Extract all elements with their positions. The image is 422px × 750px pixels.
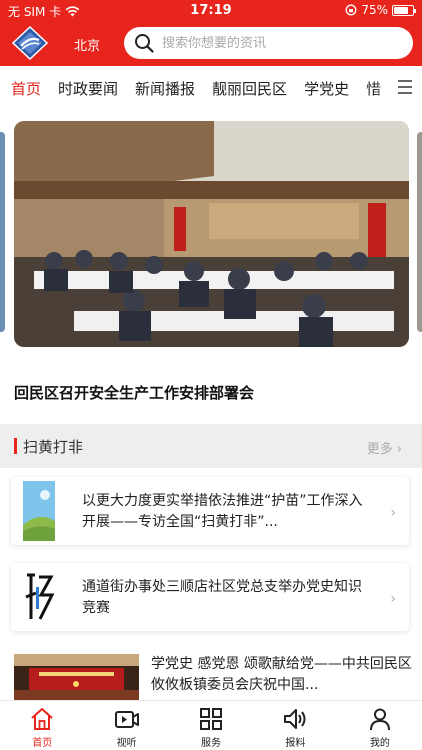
bottom-tab-bar: 首页 视听 服务 报料 我的 <box>0 700 422 750</box>
tab-home[interactable]: 首页 <box>11 78 41 99</box>
chevron-right-icon: › <box>396 442 402 457</box>
carousel-prev-peek[interactable] <box>0 132 5 332</box>
news-thumbnail <box>14 654 139 700</box>
tabbar-video[interactable]: 视听 <box>84 701 168 750</box>
tabbar-label: 首页 <box>32 738 53 749</box>
card-title: 通道街办事处三顺店社区党总支举办党史知识竞赛 <box>82 579 362 616</box>
category-tabs: 首页 时政要闻 新闻播报 靓丽回民区 学党史 惜 <box>0 66 422 110</box>
tab-news-broadcast[interactable]: 新闻播报 <box>135 78 195 99</box>
meeting-room-photo <box>14 121 409 347</box>
more-label: 更多 <box>366 442 393 457</box>
home-icon <box>31 708 53 730</box>
battery-icon <box>392 4 416 16</box>
chevron-right-icon: › <box>390 591 396 607</box>
grid-icon <box>200 708 223 730</box>
orientation-lock-icon <box>345 4 357 16</box>
news-title: 学党史 感党恩 颂歌献给党——中共回民区攸攸板镇委员会庆祝中国... <box>151 656 412 693</box>
menu-icon[interactable] <box>398 80 412 98</box>
featured-headline[interactable]: 回民区召开安全生产工作安排部署会 <box>14 382 254 403</box>
news-list-item[interactable]: 学党史 感党恩 颂歌献给党——中共回民区攸攸板镇委员会庆祝中国... <box>14 652 412 700</box>
tabbar-services[interactable]: 服务 <box>169 701 253 750</box>
status-bar: 无 SIM 卡 17:19 75% <box>0 0 422 22</box>
tabbar-label: 报料 <box>285 738 306 749</box>
search-icon <box>135 34 154 53</box>
tabbar-report[interactable]: 报料 <box>253 701 337 750</box>
speaker-icon <box>284 709 306 729</box>
chevron-right-icon: › <box>390 505 396 521</box>
video-icon <box>114 711 139 728</box>
card-thumbnail <box>23 481 55 541</box>
card-title: 以更大力度更实举措依法推进“护苗”工作深入开展——专访全国“扫黄打非”... <box>82 493 363 530</box>
section-title: 扫黄打非 <box>23 438 84 456</box>
tabbar-label: 视听 <box>116 738 137 749</box>
carousel-next-peek[interactable] <box>417 132 422 332</box>
user-icon <box>369 708 390 731</box>
featured-image[interactable] <box>14 121 409 347</box>
section-accent-bar <box>14 438 17 454</box>
news-card[interactable]: 以更大力度更实举措依法推进“护苗”工作深入开展——专访全国“扫黄打非”... › <box>11 477 409 545</box>
tab-politics[interactable]: 时政要闻 <box>58 78 118 99</box>
more-link[interactable]: 更多 › <box>367 438 402 457</box>
card-thumbnail <box>23 567 55 627</box>
search-bar[interactable] <box>124 27 413 59</box>
tabbar-label: 服务 <box>201 738 222 749</box>
tabbar-home[interactable]: 首页 <box>0 701 84 750</box>
app-header: 无 SIM 卡 17:19 75% 北京 <box>0 0 422 66</box>
section-header: 扫黄打非 更多 › <box>0 424 422 468</box>
search-input[interactable] <box>162 35 392 51</box>
tabbar-label: 我的 <box>369 738 390 749</box>
news-card[interactable]: 通道街办事处三顺店社区党总支举办党史知识竞赛 › <box>11 563 409 631</box>
tabbar-profile[interactable]: 我的 <box>338 701 422 750</box>
city-selector[interactable]: 北京 <box>74 35 100 54</box>
battery-percent: 75% <box>361 3 388 17</box>
tab-huimin-district[interactable]: 靓丽回民区 <box>212 78 287 99</box>
tab-party-history[interactable]: 学党史 <box>304 78 349 99</box>
app-logo <box>12 26 48 60</box>
